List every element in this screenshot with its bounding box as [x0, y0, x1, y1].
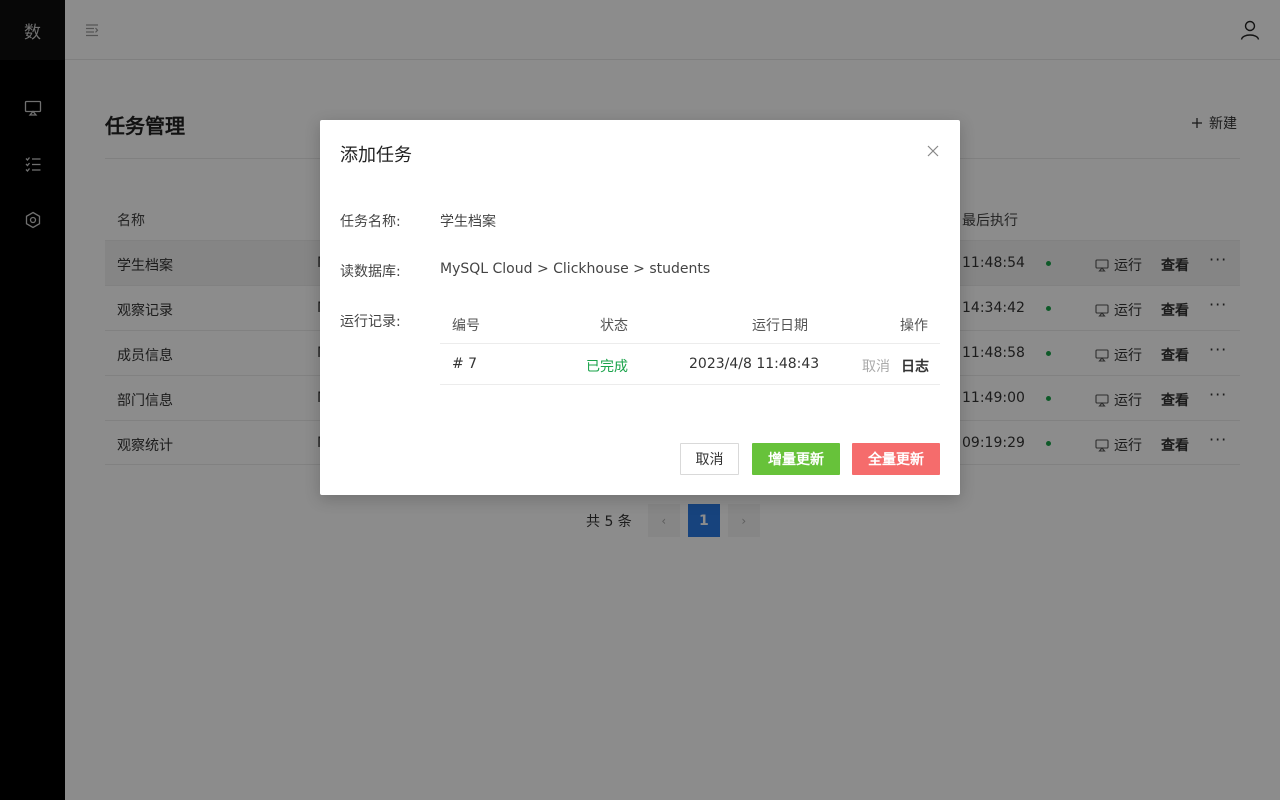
dialog-close-button[interactable]	[926, 143, 940, 157]
close-icon	[927, 145, 939, 157]
record-row: # 7 已完成 2023/4/8 11:48:43 取消 日志	[440, 343, 940, 385]
incremental-update-button[interactable]: 增量更新	[752, 443, 840, 475]
run-records-table: 编号 状态 运行日期 操作 # 7 已完成 2023/4/8 11:48:43 …	[440, 303, 940, 385]
record-date: 2023/4/8 11:48:43	[689, 356, 820, 372]
record-status: 已完成	[586, 359, 628, 375]
task-name-label: 任务名称:	[340, 214, 401, 230]
records-header-date: 运行日期	[752, 318, 808, 334]
record-log-link[interactable]: 日志	[901, 356, 929, 376]
cancel-button[interactable]: 取消	[680, 443, 739, 475]
add-task-dialog: 添加任务 任务名称: 学生档案 读数据库: MySQL Cloud > Clic…	[320, 120, 960, 495]
records-header: 编号 状态 运行日期 操作	[440, 303, 940, 343]
task-name-value: 学生档案	[440, 214, 496, 230]
record-cancel-link[interactable]: 取消	[862, 356, 890, 376]
record-id: # 7	[452, 356, 478, 372]
full-update-button[interactable]: 全量更新	[852, 443, 940, 475]
dialog-title: 添加任务	[340, 145, 412, 166]
records-header-actions: 操作	[900, 318, 928, 334]
records-header-status: 状态	[600, 318, 628, 334]
records-label: 运行记录:	[340, 314, 401, 330]
source-label: 读数据库:	[340, 264, 401, 280]
source-value: MySQL Cloud > Clickhouse > students	[440, 261, 711, 277]
records-header-id: 编号	[452, 318, 480, 334]
